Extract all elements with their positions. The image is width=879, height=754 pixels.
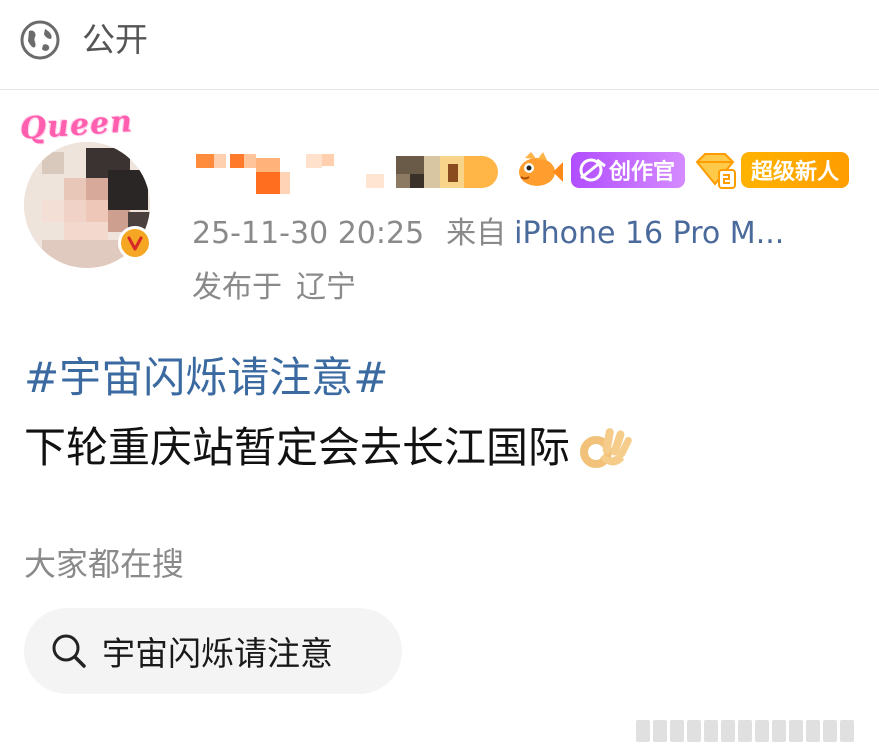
- username[interactable]: [196, 152, 502, 196]
- diamond-level-icon: [695, 153, 737, 189]
- newbie-badge: 超级新人: [741, 152, 850, 188]
- search-heading: 大家都在搜: [24, 545, 185, 583]
- avatar[interactable]: Queen: [14, 104, 164, 268]
- search-suggestion-chip[interactable]: 宇宙闪烁请注意: [24, 608, 402, 694]
- post-meta: 25-11-30 20:25 来自 iPhone 16 Pro M...: [192, 214, 784, 254]
- header-divider: [0, 89, 879, 90]
- watermark: [636, 720, 876, 750]
- location-value: 辽宁: [296, 270, 356, 305]
- search-chip-label: 宇宙闪烁请注意: [102, 634, 333, 673]
- author-badges: 创作官 超级新人: [515, 148, 850, 192]
- verified-badge: [118, 226, 152, 260]
- post-timestamp: 25-11-30 20:25: [192, 216, 425, 251]
- globe-icon: [20, 20, 60, 60]
- verified-v-icon: [127, 236, 143, 251]
- device-link[interactable]: iPhone 16 Pro M...: [514, 216, 784, 251]
- newbie-badge-group[interactable]: 超级新人: [693, 150, 850, 190]
- search-icon: [52, 634, 86, 668]
- ok-hand-icon: [580, 428, 632, 468]
- fish-icon[interactable]: [515, 150, 563, 190]
- location-prefix: 发布于: [192, 270, 282, 305]
- creator-badge[interactable]: 创作官: [571, 152, 686, 188]
- post-body: 下轮重庆站暂定会去长江国际: [24, 423, 571, 472]
- creator-badge-label: 创作官: [609, 160, 676, 185]
- visibility-row[interactable]: 公开: [0, 0, 879, 88]
- avatar-frame-label: Queen: [18, 104, 135, 147]
- from-label: 来自: [446, 216, 507, 251]
- topic-hashtag-link[interactable]: #宇宙闪烁请注意#: [24, 350, 388, 406]
- post-location: 发布于 辽宁: [192, 268, 356, 308]
- visibility-label: 公开: [82, 20, 148, 59]
- post-text: 下轮重庆站暂定会去长江国际: [24, 420, 632, 476]
- creator-icon: [579, 158, 606, 182]
